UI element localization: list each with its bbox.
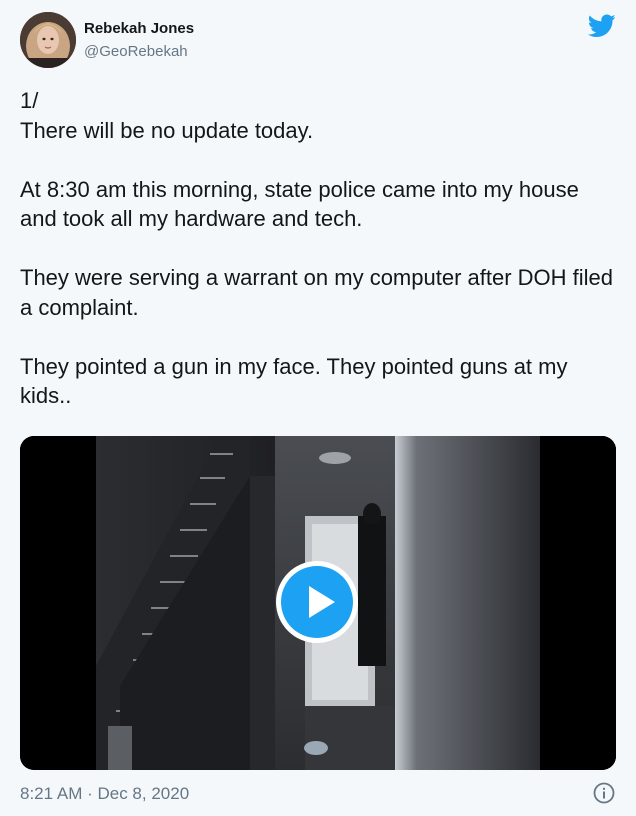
avatar-image xyxy=(20,12,76,68)
tweet-line: They pointed a gun in my face. They poin… xyxy=(20,353,568,409)
play-icon xyxy=(309,586,335,618)
tweet-text: 1/ There will be no update today. At 8:3… xyxy=(20,86,620,411)
video-player[interactable] xyxy=(20,436,616,770)
tweet-line: 1/ xyxy=(20,88,39,113)
avatar[interactable] xyxy=(20,12,76,68)
tweet-line: They were serving a warrant on my comput… xyxy=(20,265,614,320)
tweet-line: At 8:30 am this morning, state police ca… xyxy=(20,176,579,232)
tweet-timestamp[interactable]: 8:21 AM · Dec 8, 2020 xyxy=(20,784,189,804)
tweet-card: Rebekah Jones @GeoRebekah 1/ There will … xyxy=(0,0,636,816)
twitter-bird-icon[interactable] xyxy=(588,14,616,38)
info-icon[interactable] xyxy=(593,782,615,804)
author-handle[interactable]: @GeoRebekah xyxy=(84,43,188,60)
author-name[interactable]: Rebekah Jones xyxy=(84,20,194,37)
play-button[interactable] xyxy=(276,561,358,643)
play-button-circle xyxy=(281,566,353,638)
tweet-line: There will be no update today. xyxy=(20,117,314,143)
